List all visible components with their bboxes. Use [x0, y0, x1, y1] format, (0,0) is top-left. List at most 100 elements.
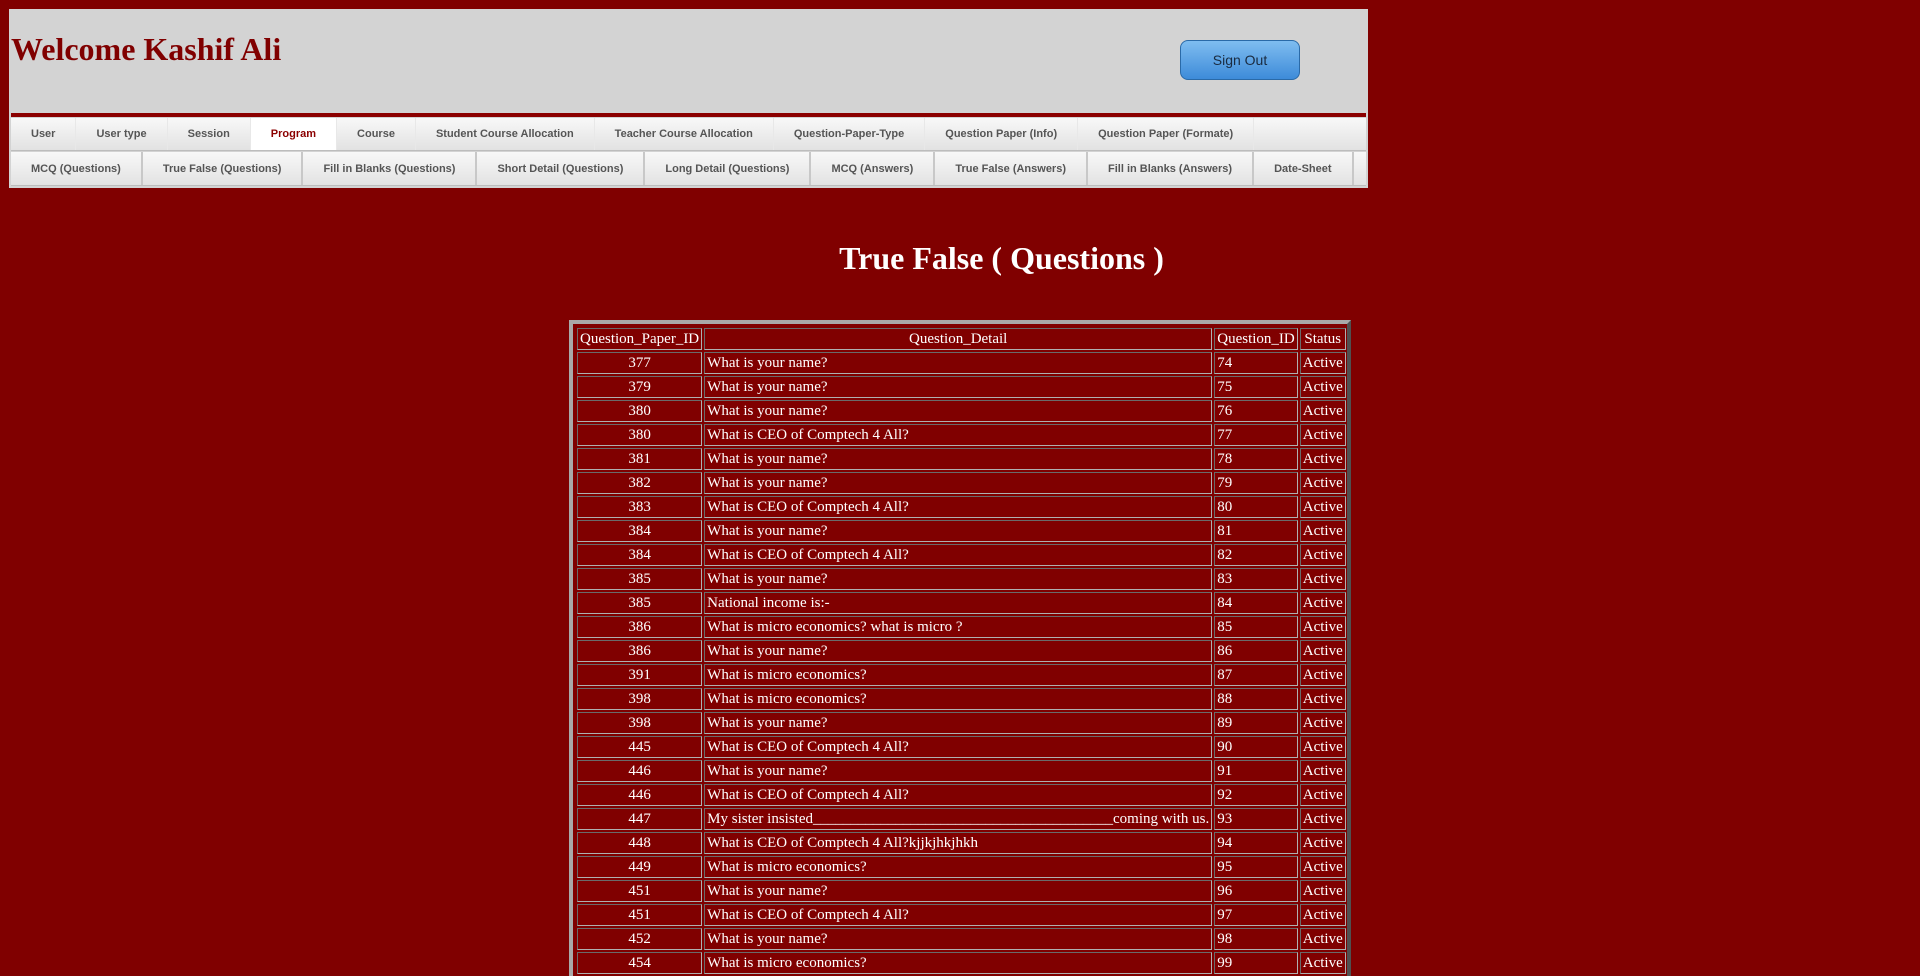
cell-question-detail: What is your name? [704, 448, 1213, 470]
table-row: 379 What is your name? 75 Active [577, 376, 1346, 398]
cell-question-id: 78 [1214, 448, 1298, 470]
cell-status: Active [1299, 952, 1346, 974]
table-row: 446 What is your name? 91 Active [577, 760, 1346, 782]
table-row: 383 What is CEO of Comptech 4 All? 80 Activ… [577, 496, 1346, 518]
cell-status: Active [1299, 640, 1346, 662]
table-row: 446 What is CEO of Comptech 4 All? 92 Activ… [577, 784, 1346, 806]
menu-item-date-sheet[interactable]: Date-Sheet [1254, 152, 1354, 185]
cell-question-id: 91 [1214, 760, 1298, 782]
menu-divider [11, 113, 1366, 117]
menu-item-fill-in-blanks-answers[interactable]: Fill in Blanks (Answers) [1088, 152, 1255, 185]
cell-question-paper-id: 380 [577, 400, 703, 422]
menu-item-program[interactable]: Program [250, 118, 338, 150]
cell-question-paper-id: 398 [577, 712, 703, 734]
column-header-status: Status [1299, 328, 1346, 350]
cell-status: Active [1299, 424, 1346, 446]
cell-status: Active [1299, 688, 1346, 710]
cell-question-paper-id: 384 [577, 520, 703, 542]
cell-question-id: 95 [1214, 856, 1298, 878]
cell-status: Active [1299, 520, 1346, 542]
table-row: 448 What is CEO of Comptech 4 All?kjjkjhk… [577, 832, 1346, 854]
cell-status: Active [1299, 664, 1346, 686]
cell-question-detail: What is CEO of Comptech 4 All?kjjkjhkjhk… [704, 832, 1213, 854]
cell-question-detail: What is your name? [704, 712, 1213, 734]
cell-question-id: 74 [1214, 352, 1298, 374]
cell-question-paper-id: 451 [577, 880, 703, 902]
cell-question-paper-id: 385 [577, 568, 703, 590]
cell-question-paper-id: 385 [577, 592, 703, 614]
cell-status: Active [1299, 880, 1346, 902]
cell-question-id: 81 [1214, 520, 1298, 542]
cell-question-paper-id: 379 [577, 376, 703, 398]
cell-status: Active [1299, 568, 1346, 590]
cell-question-id: 85 [1214, 616, 1298, 638]
questions-table-container: Question_Paper_ID Question_Detail Questi… [569, 320, 1351, 976]
cell-question-id: 77 [1214, 424, 1298, 446]
table-row: 382 What is your name? 79 Active [577, 472, 1346, 494]
table-row: 384 What is CEO of Comptech 4 All? 82 Activ… [577, 544, 1346, 566]
cell-question-detail: What is micro economics? [704, 664, 1213, 686]
cell-question-detail: What is your name? [704, 472, 1213, 494]
cell-question-id: 75 [1214, 376, 1298, 398]
menu-item-user-type[interactable]: User type [76, 118, 168, 150]
cell-status: Active [1299, 496, 1346, 518]
cell-question-detail: What is micro economics? [704, 688, 1213, 710]
column-header-question-detail: Question_Detail [704, 328, 1213, 350]
cell-question-paper-id: 452 [577, 928, 703, 950]
cell-question-detail: What is your name? [704, 880, 1213, 902]
menu-item-true-false-answers[interactable]: True False (Answers) [935, 152, 1088, 185]
table-row: 377 What is your name? 74 Active [577, 352, 1346, 374]
cell-question-id: 88 [1214, 688, 1298, 710]
table-row: 384 What is your name? 81 Active [577, 520, 1346, 542]
cell-question-paper-id: 386 [577, 640, 703, 662]
cell-question-id: 90 [1214, 736, 1298, 758]
cell-status: Active [1299, 592, 1346, 614]
menu-item-question-paper-type[interactable]: Question-Paper-Type [774, 118, 926, 150]
menu-item-user[interactable]: User [11, 118, 77, 150]
menu-item-course[interactable]: Course [337, 118, 416, 150]
cell-status: Active [1299, 712, 1346, 734]
table-row: 398 What is your name? 89 Active [577, 712, 1346, 734]
cell-question-detail: National income is:- [704, 592, 1213, 614]
cell-question-paper-id: 448 [577, 832, 703, 854]
menu-item-teacher-course-allocation[interactable]: Teacher Course Allocation [595, 118, 774, 150]
cell-question-detail: My sister insisted______________________… [704, 808, 1213, 830]
menu-item-question-paper-formate[interactable]: Question Paper (Formate) [1078, 118, 1255, 150]
menu-item-student-course-allocation[interactable]: Student Course Allocation [416, 118, 595, 150]
cell-question-id: 87 [1214, 664, 1298, 686]
table-row: 380 What is CEO of Comptech 4 All? 77 Activ… [577, 424, 1346, 446]
cell-question-detail: What is micro economics? [704, 952, 1213, 974]
cell-question-paper-id: 451 [577, 904, 703, 926]
menu-item-question-paper-info[interactable]: Question Paper (Info) [925, 118, 1079, 150]
table-row: 386 What is your name? 86 Active [577, 640, 1346, 662]
cell-question-paper-id: 380 [577, 424, 703, 446]
sign-out-button[interactable]: Sign Out [1180, 40, 1300, 80]
cell-question-id: 79 [1214, 472, 1298, 494]
cell-question-detail: What is micro economics? what is micro ? [704, 616, 1213, 638]
header-panel: Welcome Kashif Ali Sign Out User User typ… [9, 9, 1368, 188]
table-row: 449 What is micro economics? 95 Active [577, 856, 1346, 878]
cell-status: Active [1299, 352, 1346, 374]
cell-question-detail: What is CEO of Comptech 4 All? [704, 544, 1213, 566]
cell-question-id: 82 [1214, 544, 1298, 566]
menu-item-mcq-questions[interactable]: MCQ (Questions) [11, 152, 143, 185]
cell-question-id: 89 [1214, 712, 1298, 734]
cell-question-id: 96 [1214, 880, 1298, 902]
cell-question-paper-id: 454 [577, 952, 703, 974]
menu-item-session[interactable]: Session [168, 118, 251, 150]
cell-status: Active [1299, 448, 1346, 470]
menu-item-fill-in-blanks-questions[interactable]: Fill in Blanks (Questions) [303, 152, 478, 185]
cell-question-paper-id: 377 [577, 352, 703, 374]
cell-question-detail: What is your name? [704, 928, 1213, 950]
cell-question-detail: What is your name? [704, 400, 1213, 422]
menu-item-long-detail-questions[interactable]: Long Detail (Questions) [645, 152, 812, 185]
cell-question-paper-id: 449 [577, 856, 703, 878]
cell-question-detail: What is your name? [704, 760, 1213, 782]
menu-item-short-detail-questions[interactable]: Short Detail (Questions) [477, 152, 646, 185]
menu-item-mcq-answers[interactable]: MCQ (Answers) [811, 152, 936, 185]
menu-item-true-false-questions[interactable]: True False (Questions) [143, 152, 304, 185]
table-row: 451 What is your name? 96 Active [577, 880, 1346, 902]
table-row: 451 What is CEO of Comptech 4 All? 97 Activ… [577, 904, 1346, 926]
table-row: 454 What is micro economics? 99 Active [577, 952, 1346, 974]
table-row: 452 What is your name? 98 Active [577, 928, 1346, 950]
